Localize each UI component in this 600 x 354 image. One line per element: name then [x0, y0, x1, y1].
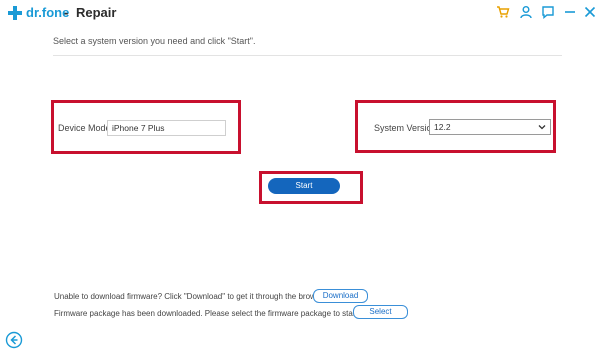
chevron-down-icon: [538, 125, 546, 130]
minimize-icon[interactable]: [563, 5, 577, 19]
user-icon[interactable]: [519, 5, 533, 19]
download-button[interactable]: Download: [313, 289, 368, 303]
select-button[interactable]: Select: [353, 305, 408, 319]
title-bar: dr.fone - Repair: [0, 0, 600, 26]
start-button[interactable]: Start: [268, 178, 340, 194]
instruction-text: Select a system version you need and cli…: [53, 36, 256, 46]
close-icon[interactable]: [583, 5, 597, 19]
divider: [53, 55, 562, 56]
back-arrow-icon[interactable]: [5, 331, 23, 349]
drfone-logo-icon: [8, 6, 22, 20]
download-note: Unable to download firmware? Click "Down…: [54, 292, 329, 301]
title-separator: -: [64, 5, 69, 20]
system-version-value: 12.2: [434, 122, 451, 132]
cart-icon[interactable]: [496, 5, 510, 19]
page-title: Repair: [76, 5, 117, 20]
brand-name: dr.fone: [26, 5, 70, 20]
feedback-icon[interactable]: [541, 5, 555, 19]
device-model-input[interactable]: iPhone 7 Plus: [107, 120, 226, 136]
system-version-select[interactable]: 12.2: [429, 119, 551, 135]
select-note: Firmware package has been downloaded. Pl…: [54, 309, 383, 318]
